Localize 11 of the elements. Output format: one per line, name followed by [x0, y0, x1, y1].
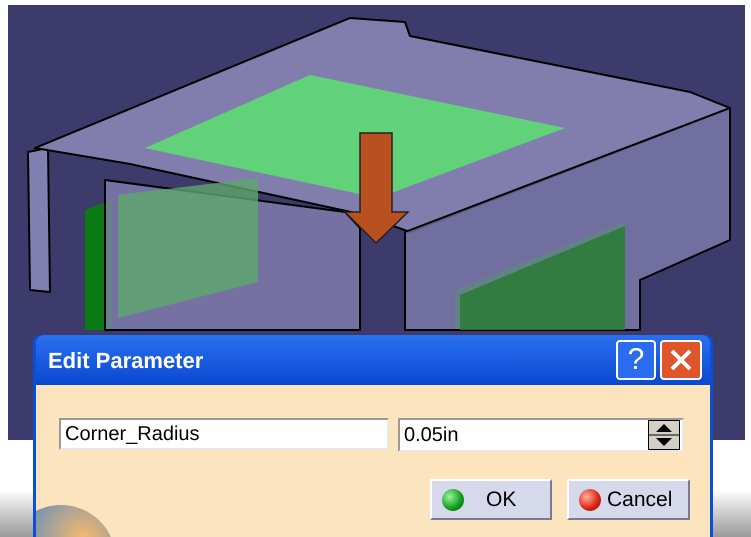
spinner-arrows-icon[interactable]	[648, 420, 680, 450]
close-button[interactable]	[660, 340, 702, 380]
cancel-button[interactable]: Cancel	[567, 479, 690, 520]
background-strip	[713, 490, 751, 537]
dialog-title: Edit Parameter	[48, 346, 204, 374]
value-field[interactable]: 0.05in	[398, 418, 684, 452]
help-button[interactable]: ?	[616, 340, 656, 380]
name-field[interactable]: Corner_Radius	[59, 418, 389, 450]
background-strip	[0, 490, 33, 537]
close-icon	[669, 348, 693, 372]
ok-button[interactable]: OK	[430, 479, 552, 520]
